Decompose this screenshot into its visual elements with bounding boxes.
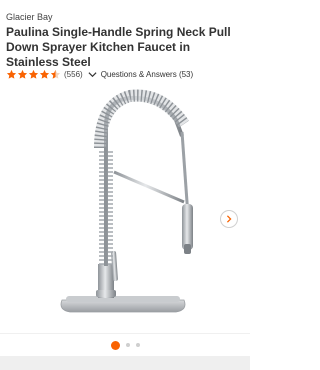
rating-row[interactable]: (556) Questions & Answers (53) <box>6 68 193 80</box>
chevron-right-icon <box>226 215 232 223</box>
star-icon <box>17 69 28 79</box>
star-rating[interactable] <box>6 69 61 80</box>
carousel-dot[interactable] <box>135 343 140 347</box>
carousel-dot-active[interactable] <box>110 340 120 350</box>
star-half-icon <box>50 69 61 79</box>
carousel-dots[interactable] <box>0 340 250 350</box>
carousel-next-button[interactable] <box>220 210 238 228</box>
questions-answers-link[interactable]: Questions & Answers (53) <box>101 70 193 79</box>
product-title: Paulina Single-Handle Spring Neck Pull D… <box>6 25 231 69</box>
product-image-faucet[interactable] <box>0 86 250 326</box>
star-icon <box>39 69 50 79</box>
divider <box>0 333 250 334</box>
bottom-bar <box>0 356 250 370</box>
star-icon <box>6 69 17 79</box>
carousel-dot[interactable] <box>125 343 130 347</box>
star-icon <box>28 69 39 79</box>
brand-name[interactable]: Glacier Bay <box>6 12 53 22</box>
chevron-down-icon[interactable] <box>88 70 97 79</box>
review-count[interactable]: (556) <box>64 70 83 79</box>
